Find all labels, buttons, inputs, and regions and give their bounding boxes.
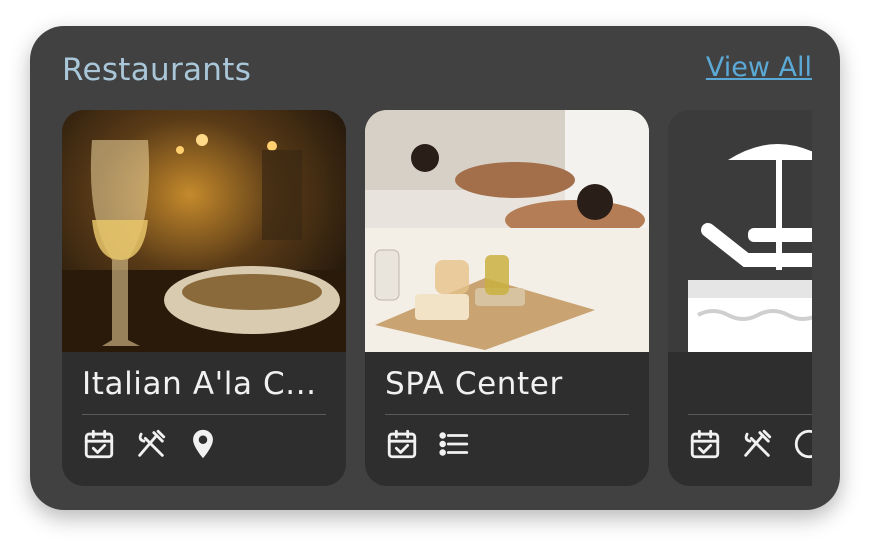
divider xyxy=(688,414,812,415)
card-pool[interactable] xyxy=(668,110,812,486)
map-pin-icon[interactable] xyxy=(186,427,220,461)
calendar-check-icon[interactable] xyxy=(385,427,419,461)
cards-carousel[interactable]: Italian A'la C... SPA Center xyxy=(62,110,812,486)
card-title: Italian A'la C... xyxy=(82,366,317,402)
divider xyxy=(385,414,629,415)
calendar-check-icon[interactable] xyxy=(82,427,116,461)
fork-knife-icon[interactable] xyxy=(134,427,168,461)
card-title: SPA Center xyxy=(385,366,563,402)
restaurant-photo xyxy=(62,110,346,352)
section-title: Restaurants xyxy=(62,52,252,88)
pool-illustration xyxy=(668,110,812,352)
fork-knife-icon[interactable] xyxy=(740,427,774,461)
info-icon[interactable] xyxy=(792,427,812,461)
restaurants-section: Restaurants View All Italian A'la C... S… xyxy=(30,26,840,510)
card-italian-restaurant[interactable]: Italian A'la C... xyxy=(62,110,346,486)
view-all-link[interactable]: View All xyxy=(706,52,812,83)
card-spa-center[interactable]: SPA Center xyxy=(365,110,649,486)
divider xyxy=(82,414,326,415)
list-icon[interactable] xyxy=(437,427,471,461)
spa-photo xyxy=(365,110,649,352)
calendar-check-icon[interactable] xyxy=(688,427,722,461)
